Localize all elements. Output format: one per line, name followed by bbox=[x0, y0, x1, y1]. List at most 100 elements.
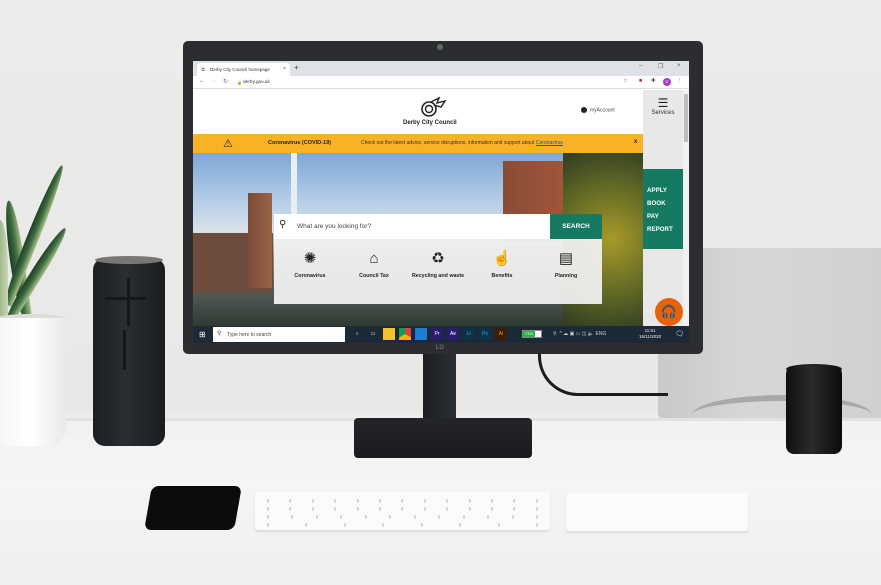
browser-tab[interactable]: ✿ Derby City Council homepage × bbox=[197, 63, 290, 76]
tab-close-icon[interactable]: × bbox=[283, 66, 286, 72]
trackpad bbox=[566, 493, 748, 531]
search-placeholder: What are you looking for? bbox=[297, 223, 372, 230]
taskbar-search-placeholder: Type here to search bbox=[227, 332, 272, 338]
services-menu-button[interactable]: ☰ Services bbox=[643, 90, 683, 132]
reload-icon[interactable]: ↻ bbox=[223, 78, 228, 85]
covid-banner: ⚠ Coronavirus (COVID-19) Check out the l… bbox=[193, 134, 643, 153]
banner-close-button[interactable]: x bbox=[634, 139, 637, 145]
quick-link-pay[interactable]: PAY bbox=[647, 210, 683, 223]
premiere-pro-icon[interactable]: Pr bbox=[431, 328, 443, 340]
bridge-pylon bbox=[291, 153, 297, 223]
webcam-icon bbox=[437, 44, 443, 50]
tile-label: Coronavirus bbox=[294, 273, 326, 279]
search-button[interactable]: SEARCH bbox=[550, 214, 602, 239]
arrow-left-icon[interactable]: ← bbox=[199, 78, 205, 84]
extension-icon[interactable]: ■ bbox=[639, 78, 642, 84]
file-explorer-icon[interactable] bbox=[383, 328, 395, 340]
council-logo-icon[interactable] bbox=[417, 96, 447, 118]
profile-avatar[interactable]: D bbox=[663, 78, 671, 86]
after-effects-icon[interactable]: Ae bbox=[447, 328, 459, 340]
lock-icon: 🔒 bbox=[237, 80, 242, 85]
illustrator-icon[interactable]: Ai bbox=[495, 328, 507, 340]
mail-icon[interactable] bbox=[415, 328, 427, 340]
clock-date: 16/11/2020 bbox=[639, 334, 662, 339]
map-icon: ▤ bbox=[558, 250, 574, 267]
service-tiles: ✺ Coronavirus ⌂ Council Tax ♻ Recycling … bbox=[274, 249, 602, 279]
plant-pot bbox=[0, 318, 66, 446]
my-account-link[interactable]: myAccount bbox=[581, 107, 615, 113]
kebab-menu-icon[interactable]: ⋮ bbox=[677, 78, 683, 84]
quick-link-apply[interactable]: APPLY bbox=[647, 184, 683, 197]
close-window-button[interactable]: × bbox=[677, 63, 681, 69]
taskbar-search-input[interactable]: ⚲ Type here to search bbox=[213, 327, 345, 342]
windows-start-icon[interactable]: ⊞ bbox=[199, 330, 206, 339]
tile-label: Council Tax bbox=[359, 273, 389, 279]
quick-link-book[interactable]: BOOK bbox=[647, 197, 683, 210]
chrome-icon[interactable] bbox=[399, 328, 411, 340]
quick-link-report[interactable]: REPORT bbox=[647, 223, 683, 236]
keyboard bbox=[255, 492, 550, 530]
taskbar-apps: ○ ▭ Pr Ae Lr Ps Ai bbox=[351, 328, 507, 340]
quick-links: APPLY BOOK PAY REPORT bbox=[643, 169, 683, 249]
favicon-icon: ✿ bbox=[201, 67, 206, 73]
notification-icon[interactable]: 🗨 bbox=[675, 330, 684, 338]
star-icon[interactable]: ☆ bbox=[623, 78, 628, 84]
photoshop-icon[interactable]: Ps bbox=[479, 328, 491, 340]
tab-title: Derby City Council homepage bbox=[210, 67, 270, 72]
scrollbar-thumb[interactable] bbox=[684, 94, 688, 142]
puzzle-icon[interactable]: ✚ bbox=[651, 78, 656, 84]
banner-message-text: Check out the latest advice, service dis… bbox=[361, 140, 535, 146]
laptop-stand bbox=[692, 395, 872, 435]
url-text: derby.gov.uk bbox=[243, 80, 270, 85]
cortana-icon[interactable]: ○ bbox=[351, 328, 363, 340]
council-name: Derby City Council bbox=[403, 120, 457, 126]
system-tray[interactable]: ⚲ ^ ☁ ▣ ▭ ◫ 🔈 ENG bbox=[553, 331, 606, 337]
coronavirus-link[interactable]: Coronavirus bbox=[536, 140, 563, 146]
tile-coronavirus[interactable]: ✺ Coronavirus bbox=[279, 249, 341, 279]
monitor-screen: ✿ Derby City Council homepage × + – ❐ × … bbox=[193, 61, 689, 343]
account-icon bbox=[581, 107, 587, 113]
monitor-brand: LG bbox=[436, 345, 445, 351]
tile-label: Benefits bbox=[491, 273, 513, 279]
tile-planning[interactable]: ▤ Planning bbox=[535, 249, 597, 279]
page-scrollbar[interactable] bbox=[683, 90, 689, 326]
tile-benefits[interactable]: ☝ Benefits bbox=[471, 249, 533, 279]
side-panel: ☰ Services APPLY BOOK PAY REPORT 🎧 bbox=[643, 90, 683, 326]
address-bar[interactable]: 🔒 derby.gov.uk bbox=[235, 78, 675, 87]
monitor-neck bbox=[423, 354, 456, 424]
tile-label: Recycling and waste bbox=[411, 273, 465, 279]
monitor-base bbox=[354, 418, 532, 458]
search-card: ⚲ What are you looking for? SEARCH ✺ Cor… bbox=[274, 214, 602, 304]
smartphone bbox=[144, 486, 242, 530]
hand-coins-icon: ☝ bbox=[492, 250, 512, 267]
windows-taskbar: ⊞ ⚲ Type here to search ○ ▭ Pr Ae Lr Ps … bbox=[193, 326, 689, 343]
search-icon: ⚲ bbox=[217, 331, 222, 337]
speaker-volume-down-icon bbox=[123, 330, 126, 370]
tile-council-tax[interactable]: ⌂ Council Tax bbox=[343, 249, 405, 279]
arrow-right-icon[interactable]: → bbox=[211, 78, 217, 84]
minimize-button[interactable]: – bbox=[639, 63, 642, 69]
hamburger-icon: ☰ bbox=[657, 96, 669, 110]
virus-icon: ✺ bbox=[303, 250, 317, 267]
services-label: Services bbox=[651, 110, 675, 116]
battery-indicator[interactable]: 71% bbox=[522, 330, 542, 338]
web-page: Derby City Council myAccount ⚠ Coronavir… bbox=[193, 90, 643, 326]
tile-label: Planning bbox=[554, 273, 578, 279]
accessibility-headphones-icon[interactable]: 🎧 bbox=[655, 298, 683, 326]
camera-lens bbox=[786, 366, 842, 454]
speaker-top bbox=[95, 256, 163, 264]
battery-level: 71% bbox=[523, 331, 535, 337]
taskbar-clock[interactable]: 11:51 16/11/2020 bbox=[639, 328, 661, 340]
search-icon: ⚲ bbox=[279, 219, 287, 230]
lightroom-icon[interactable]: Lr bbox=[463, 328, 475, 340]
maximize-button[interactable]: ❐ bbox=[658, 63, 663, 70]
tile-recycling-and-waste[interactable]: ♻ Recycling and waste bbox=[407, 249, 469, 279]
warning-icon: ⚠ bbox=[223, 138, 233, 150]
mill-tower bbox=[248, 193, 272, 288]
language-indicator[interactable]: ENG bbox=[596, 331, 607, 337]
banner-title: Coronavirus (COVID-19) bbox=[268, 140, 331, 146]
task-view-icon[interactable]: ▭ bbox=[367, 328, 379, 340]
search-input[interactable]: ⚲ What are you looking for? bbox=[274, 214, 550, 239]
speaker-volume-up-icon bbox=[127, 278, 130, 326]
new-tab-button[interactable]: + bbox=[294, 63, 299, 72]
